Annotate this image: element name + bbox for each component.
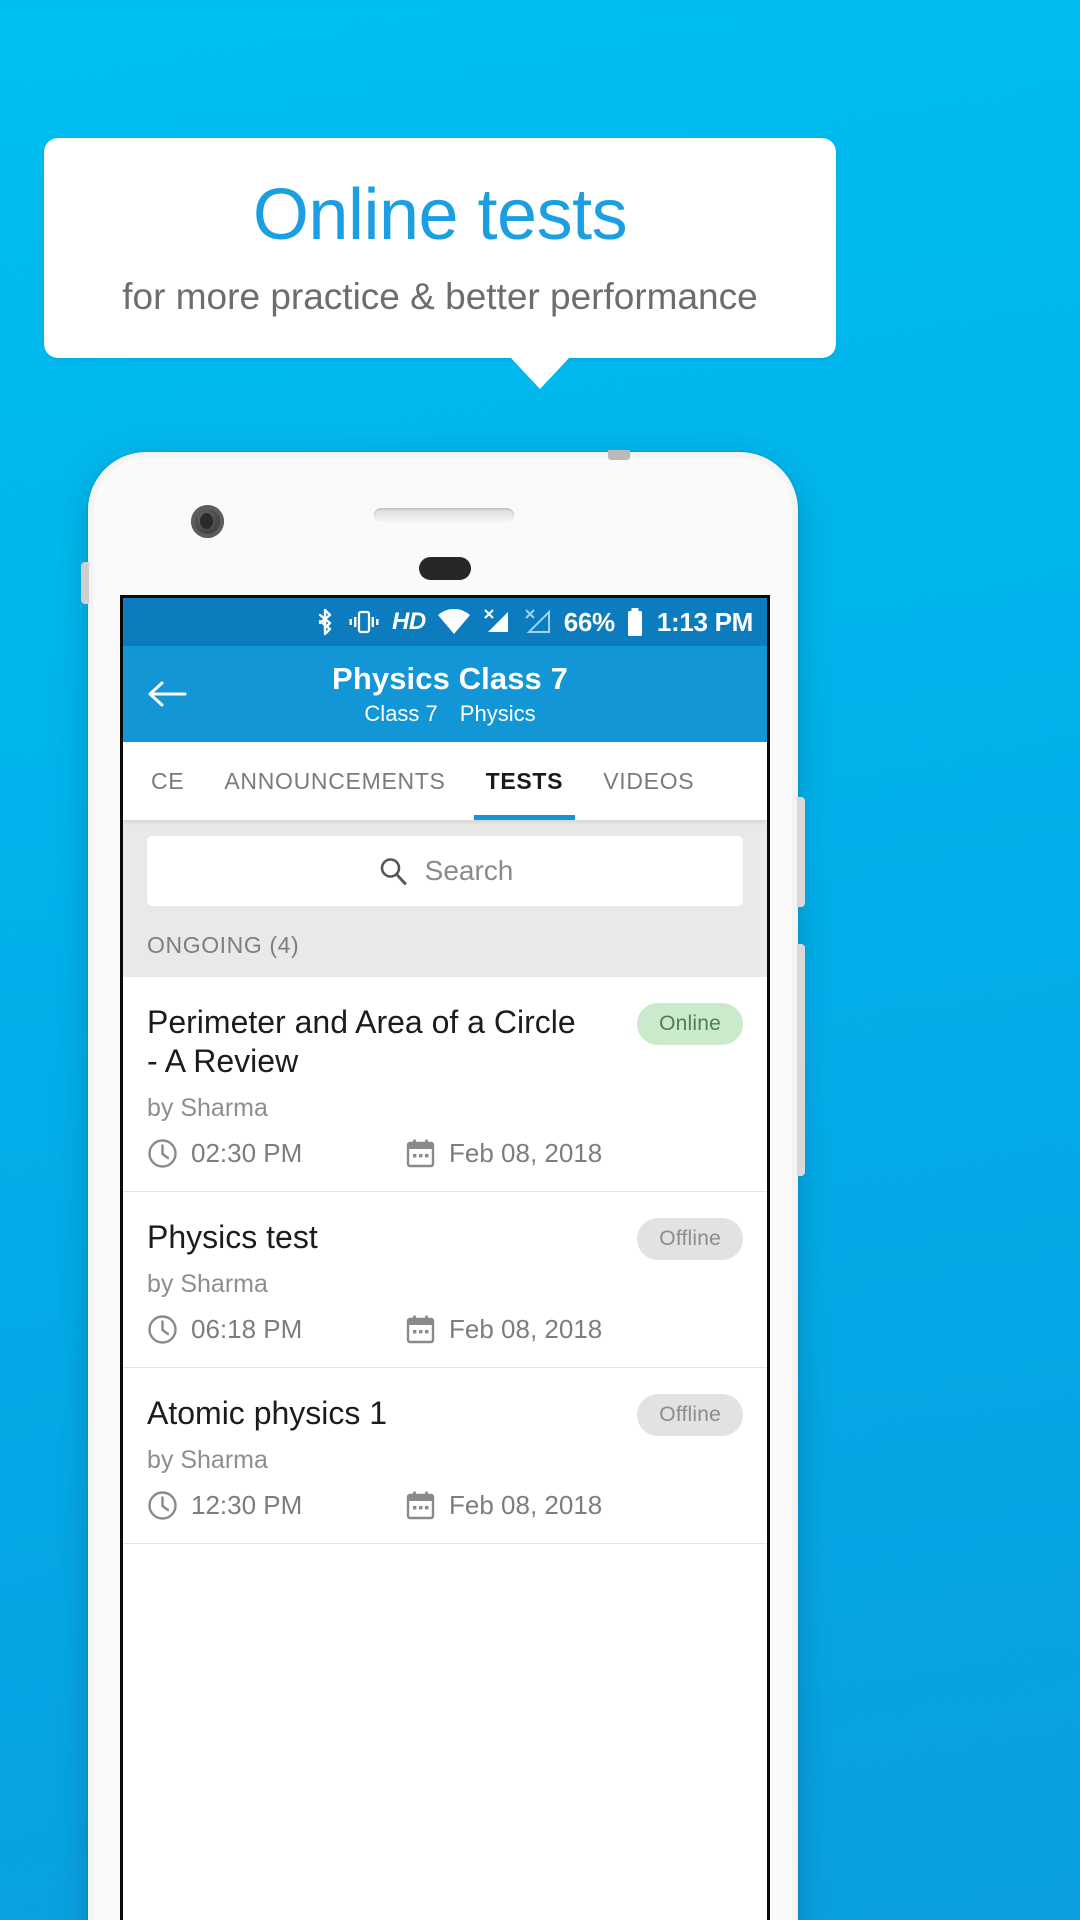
tab-ce[interactable]: CE [123, 742, 204, 820]
back-arrow-icon[interactable] [145, 672, 189, 716]
test-time: 12:30 PM [147, 1490, 405, 1521]
test-title: Atomic physics 1 [147, 1395, 388, 1432]
tab-bar: CE ANNOUNCEMENTS TESTS VIDEOS [123, 742, 767, 820]
test-date: Feb 08, 2018 [405, 1138, 602, 1169]
status-badge: Offline [637, 1394, 743, 1437]
test-author: by Sharma [147, 1270, 268, 1299]
clock-icon [147, 1314, 178, 1345]
tests-list: Perimeter and Area of a Circle - A Revie… [123, 977, 767, 1545]
test-title: Physics test [147, 1219, 318, 1256]
wifi-icon [437, 609, 471, 635]
test-time: 02:30 PM [147, 1138, 405, 1169]
hd-icon: HD [392, 608, 426, 635]
clock-icon [147, 1490, 178, 1521]
page-title: Physics Class 7 [332, 661, 568, 696]
table-row[interactable]: Atomic physics 1 Offline by Sharma 12:30… [123, 1368, 767, 1545]
test-date-label: Feb 08, 2018 [449, 1490, 603, 1521]
front-camera-icon [191, 505, 224, 538]
earpiece-speaker [374, 508, 514, 522]
app-bar-titles: Physics Class 7 Class 7 Physics [123, 661, 767, 727]
test-date: Feb 08, 2018 [405, 1314, 602, 1345]
tab-videos[interactable]: VIDEOS [583, 742, 714, 820]
test-author: by Sharma [147, 1446, 268, 1475]
table-row[interactable]: Physics test Offline by Sharma 06:18 PM [123, 1192, 767, 1369]
calendar-icon [405, 1138, 436, 1169]
breadcrumb: Class 7 Physics [133, 701, 767, 727]
test-meta-row: 02:30 PM Feb 08, 2018 [147, 1138, 743, 1169]
signal-1-no-sim-icon [482, 608, 512, 636]
test-time-label: 12:30 PM [191, 1490, 303, 1521]
status-bar: HD 66% 1:13 PM [123, 598, 767, 646]
bluetooth-icon [314, 607, 336, 637]
status-badge: Offline [637, 1218, 743, 1261]
promo-callout-tail [510, 357, 570, 389]
search-icon [377, 855, 409, 887]
calendar-icon [405, 1314, 436, 1345]
promo-callout-card: Online tests for more practice & better … [44, 138, 836, 358]
vibrate-icon [347, 608, 381, 636]
tab-tests[interactable]: TESTS [466, 742, 584, 820]
test-time-label: 06:18 PM [191, 1314, 303, 1345]
test-meta-row: 06:18 PM Feb 08, 2018 [147, 1314, 743, 1345]
search-section: Search [123, 820, 767, 906]
test-meta-row: 12:30 PM Feb 08, 2018 [147, 1490, 743, 1521]
promo-title: Online tests [252, 175, 628, 256]
breadcrumb-class: Class 7 [364, 701, 438, 726]
section-header-ongoing: ONGOING (4) [123, 906, 767, 977]
tab-announcements[interactable]: ANNOUNCEMENTS [204, 742, 465, 820]
proximity-sensor [419, 557, 471, 580]
table-row[interactable]: Perimeter and Area of a Circle - A Revie… [123, 977, 767, 1193]
test-title: Perimeter and Area of a Circle - A Revie… [147, 1004, 576, 1080]
signal-2-no-sim-icon [523, 608, 553, 636]
search-input[interactable]: Search [147, 836, 743, 906]
app-bar: Physics Class 7 Class 7 Physics [123, 646, 767, 742]
test-date-label: Feb 08, 2018 [449, 1314, 603, 1345]
phone-volume-button [797, 944, 805, 1176]
breadcrumb-subject: Physics [459, 701, 536, 726]
battery-icon [626, 607, 644, 637]
search-placeholder-label: Search [424, 855, 514, 886]
calendar-icon [405, 1490, 436, 1521]
test-date-label: Feb 08, 2018 [449, 1138, 603, 1169]
promo-subtitle: for more practice & better performance [122, 275, 758, 317]
test-date: Feb 08, 2018 [405, 1490, 602, 1521]
clock-label: 1:13 PM [656, 606, 753, 637]
phone-antenna-band [608, 450, 630, 460]
clock-icon [147, 1138, 178, 1169]
phone-mockup: HD 66% 1:13 PM Physics Class 7 Class 7 P… [81, 450, 805, 1920]
phone-left-button [81, 562, 89, 604]
test-time: 06:18 PM [147, 1314, 405, 1345]
phone-screen: HD 66% 1:13 PM Physics Class 7 Class 7 P… [120, 595, 770, 1920]
phone-power-button [797, 797, 805, 907]
battery-percent-label: 66% [563, 606, 615, 637]
test-author: by Sharma [147, 1094, 268, 1123]
status-badge: Online [637, 1003, 743, 1045]
test-time-label: 02:30 PM [191, 1138, 303, 1169]
